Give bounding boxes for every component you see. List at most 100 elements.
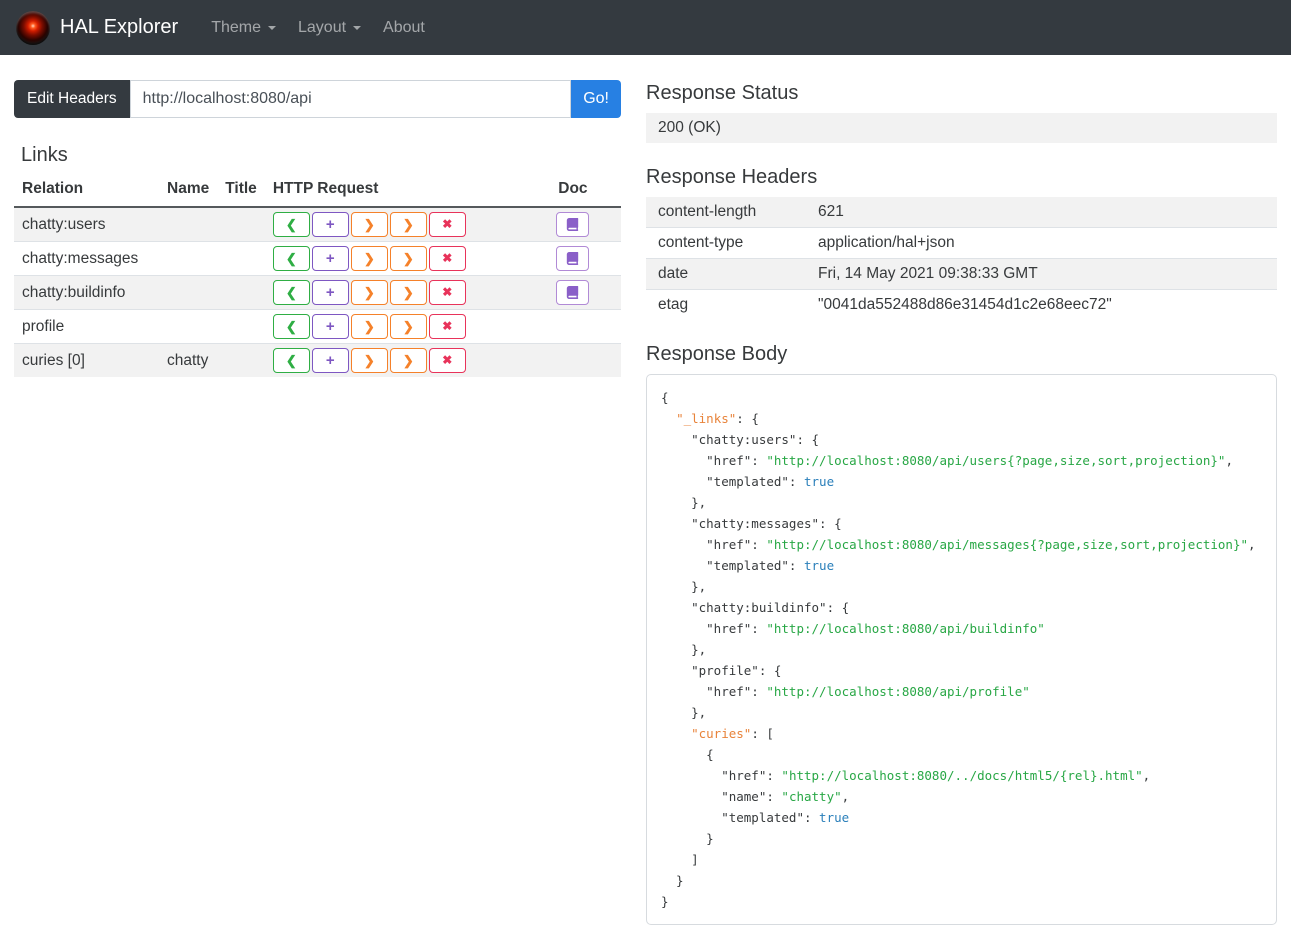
patch-request-button[interactable]: ❯ (389, 348, 427, 373)
book-icon (567, 286, 579, 299)
response-status-title: Response Status (646, 82, 799, 104)
doc-button[interactable] (556, 212, 590, 237)
get-request-button[interactable]: ❮ (272, 348, 310, 373)
table-row: curies [0] chatty ❮ + ❯ ❯ ✖ (14, 343, 621, 377)
doc-button[interactable] (556, 280, 590, 305)
title-cell (217, 275, 265, 310)
book-icon (567, 218, 579, 231)
http-request-cell: ❮ + ❯ ❯ ✖ (264, 343, 525, 377)
put-request-button[interactable]: ❯ (350, 348, 388, 373)
name-cell (159, 309, 218, 344)
doc-cell (524, 309, 621, 344)
chevron-down-icon (353, 25, 362, 30)
go-button[interactable]: Go! (571, 80, 621, 118)
column-header-title: Title (217, 175, 265, 208)
doc-cell (524, 241, 621, 276)
table-row: profile ❮ + ❯ ❯ ✖ (14, 309, 621, 344)
response-headers-title: Response Headers (646, 166, 818, 188)
relation-cell: chatty:users (22, 215, 106, 233)
table-row: 200 (OK) (646, 113, 1277, 143)
name-cell (159, 241, 218, 276)
get-request-button[interactable]: ❮ (272, 280, 310, 305)
table-row: content-type application/hal+json (646, 227, 1277, 259)
url-input[interactable] (129, 80, 572, 118)
put-request-button[interactable]: ❯ (350, 280, 388, 305)
nav-item-theme-label: Theme (211, 18, 261, 36)
right-panel: Response Status 200 (OK) Response Header… (646, 80, 1277, 925)
header-value-cell: Fri, 14 May 2021 09:38:33 GMT (806, 258, 1277, 290)
brand[interactable]: HAL Explorer (16, 10, 179, 45)
put-request-button[interactable]: ❯ (350, 314, 388, 339)
navbar: HAL Explorer Theme Layout About (0, 0, 1291, 55)
header-value-cell: 621 (818, 203, 844, 220)
post-request-button[interactable]: + (311, 280, 349, 305)
get-request-button[interactable]: ❮ (272, 212, 310, 237)
name-cell: chatty (159, 343, 218, 377)
doc-cell (525, 207, 621, 242)
nav-item-theme[interactable]: Theme (200, 19, 287, 37)
get-request-button[interactable]: ❮ (272, 314, 310, 339)
relation-cell: chatty:messages (14, 241, 159, 276)
nav-item-about-label: About (383, 18, 425, 36)
delete-request-button[interactable]: ✖ (428, 280, 466, 305)
address-bar: Edit Headers Go! (14, 80, 621, 118)
book-icon (567, 252, 579, 265)
delete-request-button[interactable]: ✖ (428, 348, 466, 373)
post-request-button[interactable]: + (311, 348, 349, 373)
column-header-relation: Relation (14, 175, 159, 208)
table-row: chatty:buildinfo ❮ + ❯ ❯ ✖ (14, 275, 621, 310)
column-header-http-request: HTTP Request (264, 175, 525, 208)
title-cell (217, 241, 265, 276)
chevron-down-icon (268, 25, 276, 30)
table-row: etag "0041da552488d86e31454d1c2e68eec72" (646, 289, 1277, 320)
response-body-json: { "_links": { "chatty:users": { "href": … (661, 390, 1256, 909)
column-header-doc: Doc (524, 175, 621, 208)
brand-title: HAL Explorer (60, 16, 179, 38)
response-headers-table: content-length 621 content-type application… (646, 197, 1277, 320)
table-row: content-length 621 (646, 197, 1277, 228)
relation-cell: curies [0] (14, 343, 159, 377)
delete-request-button[interactable]: ✖ (428, 212, 466, 237)
put-request-button[interactable]: ❯ (350, 212, 388, 237)
response-body-title: Response Body (646, 343, 788, 365)
header-value-cell: "0041da552488d86e31454d1c2e68eec72" (806, 289, 1277, 320)
http-request-cell: ❮ + ❯ ❯ ✖ (264, 241, 525, 276)
header-name-cell: content-length (658, 203, 757, 220)
header-value-cell: application/hal+json (806, 227, 1277, 259)
table-row: chatty:users ❮ + ❯ ❯ ✖ (14, 207, 621, 242)
patch-request-button[interactable]: ❯ (389, 246, 427, 271)
main-content: Edit Headers Go! Links Relation Name Tit… (0, 55, 1291, 945)
links-title: Links (21, 144, 68, 166)
put-request-button[interactable]: ❯ (350, 246, 388, 271)
nav-item-about[interactable]: About (372, 19, 436, 37)
response-status-table: 200 (OK) (646, 113, 1277, 143)
title-cell (217, 207, 265, 242)
relation-cell: profile (14, 309, 159, 344)
post-request-button[interactable]: + (311, 314, 349, 339)
response-headers-body: content-length 621 content-type application… (646, 197, 1277, 320)
delete-request-button[interactable]: ✖ (428, 314, 466, 339)
post-request-button[interactable]: + (311, 212, 349, 237)
get-request-button[interactable]: ❮ (272, 246, 310, 271)
post-request-button[interactable]: + (311, 246, 349, 271)
relation-cell: chatty:buildinfo (14, 275, 159, 310)
patch-request-button[interactable]: ❯ (389, 280, 427, 305)
patch-request-button[interactable]: ❯ (389, 314, 427, 339)
http-request-cell: ❮ + ❯ ❯ ✖ (264, 275, 525, 310)
doc-cell (524, 275, 621, 310)
header-name-cell: date (646, 258, 806, 290)
doc-cell (524, 343, 621, 377)
name-cell (159, 275, 218, 310)
nav-item-layout[interactable]: Layout (287, 19, 372, 37)
edit-headers-button[interactable]: Edit Headers (14, 80, 130, 118)
response-body-box: { "_links": { "chatty:users": { "href": … (646, 374, 1277, 925)
title-cell (217, 309, 265, 344)
delete-request-button[interactable]: ✖ (428, 246, 466, 271)
patch-request-button[interactable]: ❯ (389, 212, 427, 237)
column-header-name: Name (159, 175, 218, 208)
table-row: date Fri, 14 May 2021 09:38:33 GMT (646, 258, 1277, 290)
doc-button[interactable] (556, 246, 590, 271)
http-request-cell: ❮ + ❯ ❯ ✖ (264, 309, 525, 344)
table-row: chatty:messages ❮ + ❯ ❯ ✖ (14, 241, 621, 276)
name-cell (159, 207, 217, 242)
